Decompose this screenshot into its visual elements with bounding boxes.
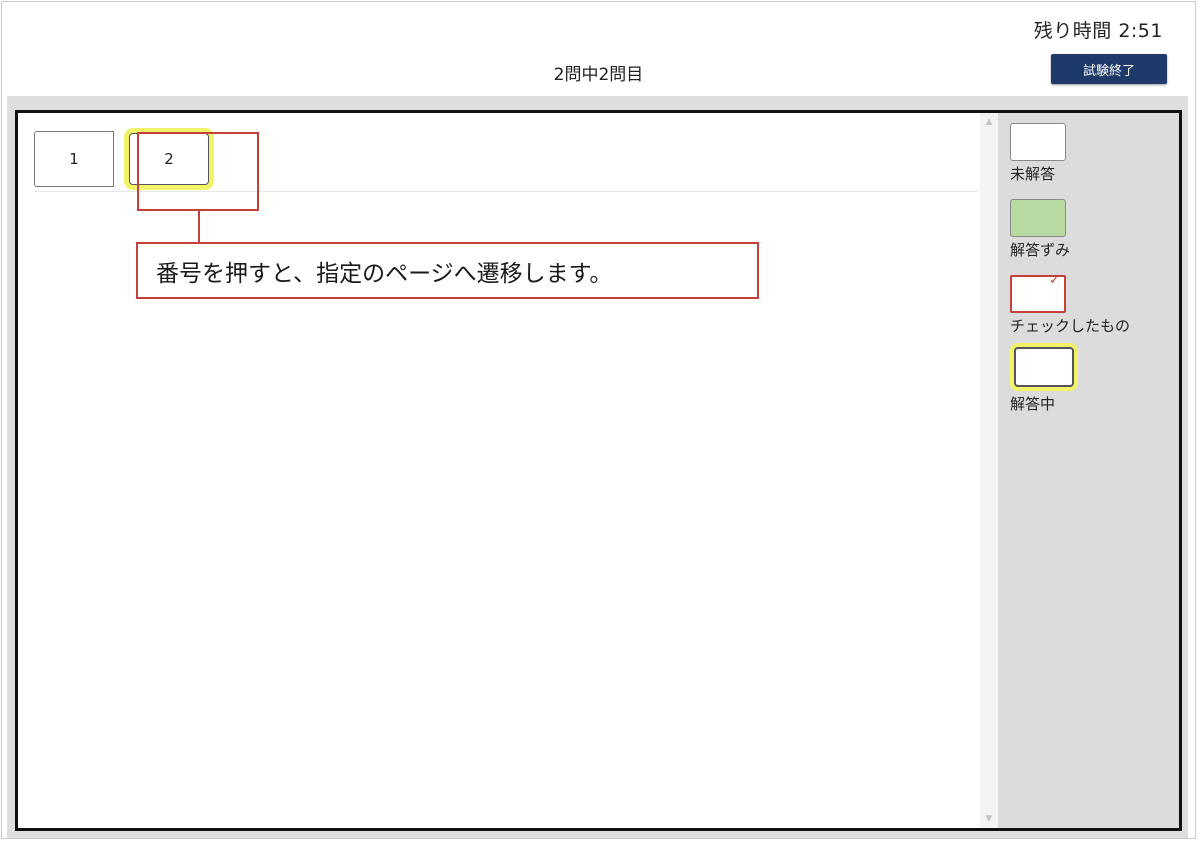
- question-progress: 2問中2問目: [553, 65, 644, 85]
- legend-label-unanswered: 未解答: [1010, 165, 1056, 183]
- annotation-callout: 番号を押すと、指定のページへ遷移します。: [136, 242, 759, 299]
- scroll-down-arrow-icon[interactable]: ▼: [980, 814, 998, 824]
- annotation-callout-text: 番号を押すと、指定のページへ遷移します。: [156, 260, 613, 287]
- legend-swatch-unanswered: [1010, 123, 1066, 161]
- remaining-time: 残り時間 2:51: [1033, 20, 1163, 42]
- legend-swatch-answered: [1010, 199, 1066, 237]
- question-nav: 1 2 番号を押すと、指定のページへ遷移します。: [34, 127, 978, 299]
- question-content-area: 1 2 番号を押すと、指定のページへ遷移します。: [18, 113, 980, 828]
- legend-label-checked: チェックしたもの: [1010, 317, 1131, 335]
- question-frame: 1 2 番号を押すと、指定のページへ遷移します。 ▲ ▼ 未解答 解答ずみ ✓ …: [15, 110, 1182, 831]
- content-scrollbar[interactable]: ▲ ▼: [980, 113, 998, 828]
- question-tab-1[interactable]: 1: [34, 131, 114, 187]
- status-legend: 未解答 解答ずみ ✓ チェックしたもの 解答中: [998, 113, 1179, 828]
- question-tab-2[interactable]: 2: [129, 133, 209, 185]
- legend-label-answered: 解答ずみ: [1010, 241, 1071, 259]
- legend-checked: ✓ チェックしたもの: [1010, 273, 1131, 336]
- finish-exam-button[interactable]: 試験終了: [1051, 54, 1167, 84]
- scroll-up-arrow-icon[interactable]: ▲: [980, 117, 998, 127]
- exam-header: 残り時間 2:51 2問中2問目 試験終了: [2, 2, 1195, 98]
- legend-swatch-current: [1014, 347, 1074, 387]
- legend-label-current: 解答中: [1010, 395, 1056, 413]
- legend-swatch-checked: ✓: [1010, 273, 1066, 313]
- check-icon: ✓: [1049, 273, 1060, 288]
- legend-unanswered: 未解答: [1010, 123, 1066, 184]
- legend-current: 解答中: [1010, 343, 1074, 414]
- annotation-connector-line: [198, 211, 200, 243]
- legend-answered: 解答ずみ: [1010, 199, 1070, 260]
